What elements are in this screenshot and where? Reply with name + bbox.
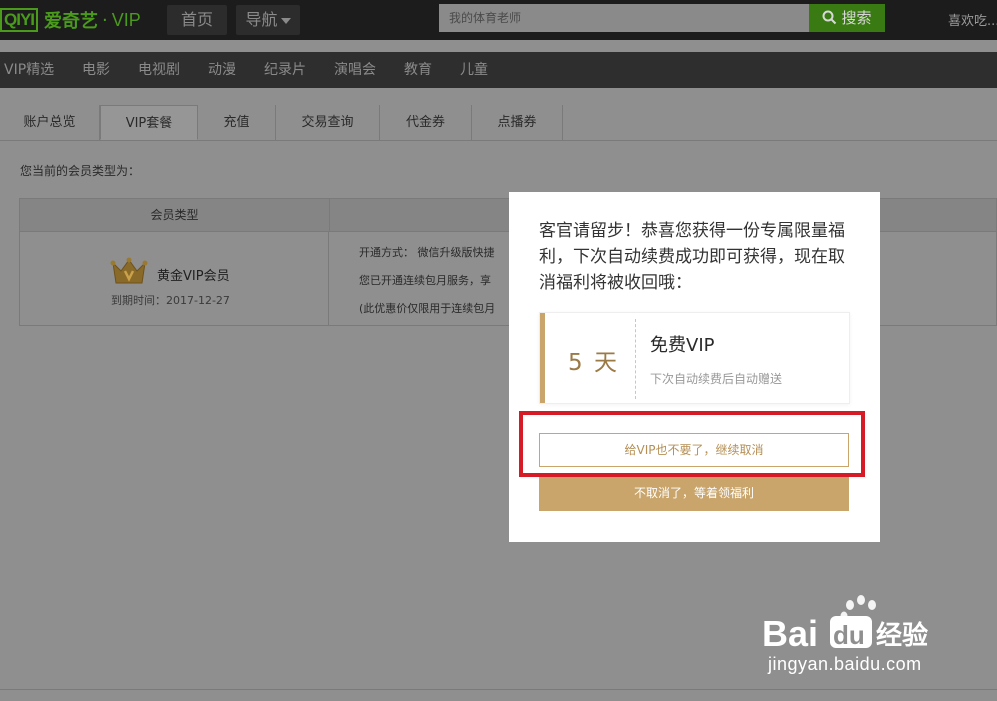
annotation-highlight-box xyxy=(519,411,865,477)
category-documentary[interactable]: 纪录片 xyxy=(264,52,306,88)
retention-dialog: 客官请留步！恭喜您获得一份专属限量福利，下次自动续费成功即可获得，现在取消福利将… xyxy=(509,192,880,542)
account-tabs: 账户总览 VIP套餐 充值 交易查询 代金券 点播券 xyxy=(0,105,997,141)
coupon-accent-bar xyxy=(540,313,545,403)
tab-recharge[interactable]: 充值 xyxy=(198,105,276,140)
category-vip-picks[interactable]: VIP精选 xyxy=(4,52,54,88)
coupon-title: 免费VIP xyxy=(650,335,715,356)
svg-text:du: du xyxy=(833,620,865,650)
tab-account-overview[interactable]: 账户总览 xyxy=(0,105,100,140)
logo-mark: QIYI xyxy=(0,8,39,32)
tab-vouchers[interactable]: 代金券 xyxy=(380,105,472,140)
free-vip-coupon: 5 天 免费VIP 下次自动续费后自动赠送 xyxy=(539,312,850,404)
chevron-down-icon xyxy=(280,17,291,24)
footer-divider xyxy=(0,689,997,690)
detail-discount-note: (此优惠价仅限用于连续包月 xyxy=(359,302,496,315)
tab-transactions[interactable]: 交易查询 xyxy=(276,105,380,140)
tab-vod-coupons[interactable]: 点播券 xyxy=(472,105,563,140)
search-input[interactable] xyxy=(439,4,809,32)
user-welcome[interactable]: 喜欢吃... xyxy=(948,10,997,29)
category-education[interactable]: 教育 xyxy=(404,52,432,88)
vip-type-name: 黄金VIP会员 xyxy=(157,269,230,284)
tab-vip-package[interactable]: VIP套餐 xyxy=(100,105,198,140)
category-tv[interactable]: 电视剧 xyxy=(138,52,180,88)
nav-home-button[interactable]: 首页 xyxy=(167,5,227,35)
column-divider xyxy=(328,231,329,325)
vip-expiry-date: 到期时间：2017-12-27 xyxy=(111,294,230,307)
nav-guide-label: 导航 xyxy=(245,10,278,29)
category-kids[interactable]: 儿童 xyxy=(460,52,488,88)
category-bar: VIP精选 电影 电视剧 动漫 纪录片 演唱会 教育 儿童 xyxy=(0,52,997,88)
search-button-label: 搜索 xyxy=(841,9,872,27)
nav-guide-dropdown[interactable]: 导航 xyxy=(236,5,300,35)
coupon-divider xyxy=(635,319,636,399)
watermark-brand-left: Bai xyxy=(762,613,818,652)
watermark-url: jingyan.baidu.com xyxy=(768,654,922,674)
member-type-label: 您当前的会员类型为： xyxy=(20,164,141,178)
top-header: QIYI 爱奇艺 · VIP 首页 导航 搜索 喜欢吃... xyxy=(0,0,997,40)
coupon-subtitle: 下次自动续费后自动赠送 xyxy=(650,372,783,386)
dialog-message: 客官请留步！恭喜您获得一份专属限量福利，下次自动续费成功即可获得，现在取消福利将… xyxy=(539,221,845,293)
logo-dot: · xyxy=(102,9,108,31)
detail-monthly-service: 您已开通连续包月服务，享 xyxy=(359,274,491,287)
column-header-member-type: 会员类型 xyxy=(20,199,330,231)
logo-name: 爱奇艺 xyxy=(44,11,99,32)
coupon-days: 5 天 xyxy=(568,350,619,376)
logo-vip: VIP xyxy=(111,9,141,30)
category-concert[interactable]: 演唱会 xyxy=(334,52,376,88)
detail-open-method: 开通方式： 微信升级版快捷 xyxy=(359,246,495,259)
watermark-brand-right: 经验 xyxy=(876,620,928,651)
search-icon xyxy=(822,10,837,24)
category-anime[interactable]: 动漫 xyxy=(208,52,236,88)
iqiyi-vip-logo[interactable]: QIYI 爱奇艺 · VIP xyxy=(0,6,141,34)
keep-subscription-button[interactable]: 不取消了，等着领福利 xyxy=(539,476,849,511)
gold-crown-icon xyxy=(110,257,148,284)
baidu-jingyan-watermark: Bai du 经验 xyxy=(762,595,928,652)
search-button[interactable]: 搜索 xyxy=(809,4,885,32)
category-movies[interactable]: 电影 xyxy=(82,52,110,88)
